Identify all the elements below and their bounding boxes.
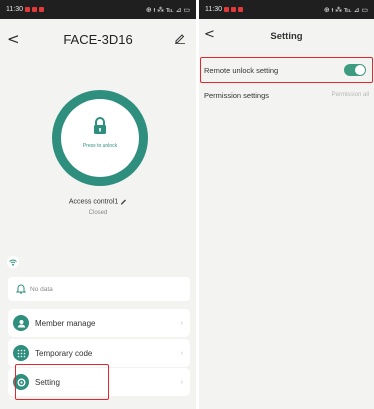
- temporary-code-button[interactable]: Temporary code ›: [8, 339, 190, 367]
- edit-name-icon[interactable]: [120, 198, 127, 205]
- page-title: FACE-3D16: [63, 31, 133, 47]
- device-screen: 11:30 ⊕ ᵻ ⁂ ℡ ⊿ ▭ < FACE-3D16 Press to u…: [0, 0, 196, 409]
- chevron-right-icon: ›: [180, 319, 183, 327]
- page-title: Setting: [270, 30, 303, 42]
- status-time: 11:30: [205, 6, 222, 13]
- top-bar: < FACE-3D16: [0, 19, 196, 59]
- member-manage-button[interactable]: Member manage ›: [8, 309, 190, 337]
- permission-value: Permission all: [331, 92, 369, 98]
- lock-icon: [94, 117, 106, 134]
- permission-settings-label: Permission settings: [204, 90, 270, 100]
- chevron-right-icon: ›: [180, 349, 183, 357]
- unlock-button[interactable]: Press to unlock: [52, 90, 148, 186]
- menu-label: Member manage: [35, 318, 96, 328]
- empty-records-label: No data: [30, 285, 53, 293]
- status-bar: 11:30 ⊕ ᵻ ⁂ ℡ ⊿ ▭: [0, 0, 196, 19]
- menu-label: Setting: [35, 377, 60, 387]
- back-button[interactable]: <: [7, 30, 20, 48]
- status-bar: 11:30 ⊕ ᵻ ⁂ ℡ ⊿ ▭: [199, 0, 374, 19]
- unlock-button-face[interactable]: Press to unlock: [61, 99, 139, 177]
- screenshot-pair: 11:30 ⊕ ᵻ ⁂ ℡ ⊿ ▭ < FACE-3D16 Press to u…: [0, 0, 374, 409]
- chevron-right-icon: ›: [180, 378, 183, 386]
- device-name: Access control1: [68, 198, 119, 206]
- toggle-knob: [355, 65, 365, 75]
- status-left: 11:30: [205, 6, 243, 13]
- back-button[interactable]: <: [204, 27, 215, 42]
- notification-icon: [224, 7, 229, 12]
- notification-icon: [238, 7, 243, 12]
- setting-button[interactable]: Setting ›: [8, 368, 190, 396]
- remote-unlock-toggle[interactable]: [344, 64, 366, 76]
- device-status: Closed: [88, 210, 108, 216]
- permission-settings-row[interactable]: Permission settings Permission all: [199, 84, 374, 106]
- edit-icon[interactable]: [174, 32, 186, 44]
- status-time: 11:30: [6, 6, 23, 13]
- notification-icon: [32, 7, 37, 12]
- status-left: 11:30: [6, 6, 44, 13]
- unlock-hint: Press to unlock: [82, 143, 118, 149]
- keypad-icon: [13, 345, 29, 361]
- settings-screen: 11:30 ⊕ ᵻ ⁂ ℡ ⊿ ▭ < Setting Remote unloc…: [199, 0, 374, 409]
- gear-icon: [13, 374, 29, 390]
- notification-icon: [25, 7, 30, 12]
- status-icons: ⊕ ᵻ ⁂ ℡ ⊿ ▭: [145, 6, 190, 14]
- remote-unlock-row[interactable]: Remote unlock setting: [199, 59, 374, 81]
- device-name-row: Access control1: [0, 198, 196, 205]
- status-icons: ⊕ ᵻ ⁂ ℡ ⊿ ▭: [323, 6, 368, 14]
- remote-unlock-label: Remote unlock setting: [204, 65, 279, 75]
- notification-icon: [39, 7, 44, 12]
- menu-label: Temporary code: [35, 348, 93, 358]
- records-card: No data: [8, 277, 190, 301]
- person-icon: [13, 315, 29, 331]
- bell-icon: [16, 284, 26, 294]
- top-bar: < Setting: [199, 19, 374, 53]
- wifi-icon: [7, 256, 19, 268]
- notification-icon: [231, 7, 236, 12]
